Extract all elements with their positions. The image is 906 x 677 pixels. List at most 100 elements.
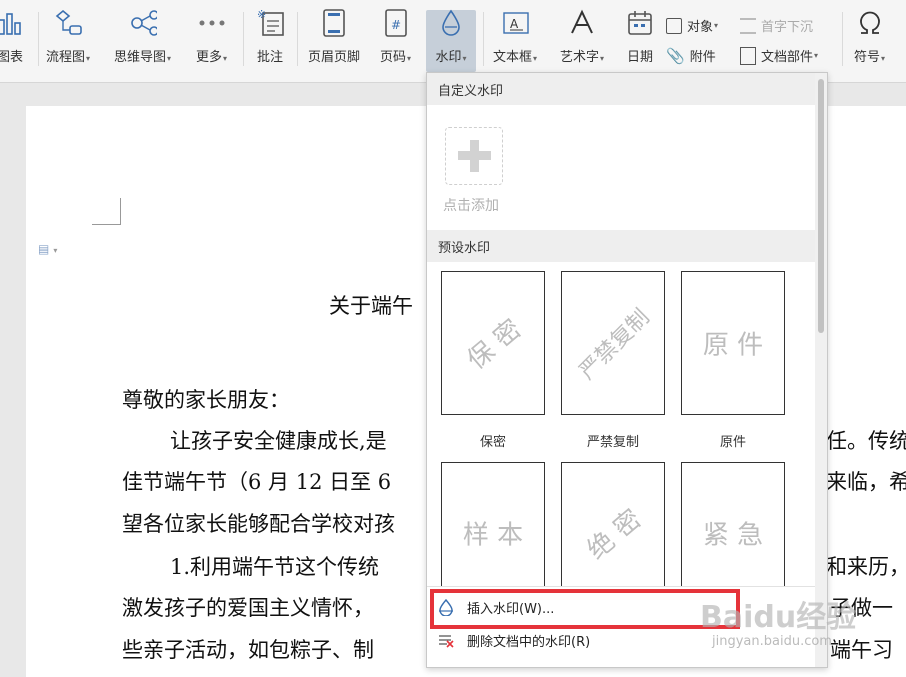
preset-watermark-original[interactable]: 原 件 [681, 271, 785, 415]
divider [297, 12, 298, 66]
chevron-down-icon: ▾ [714, 21, 719, 30]
wordart-icon [568, 8, 596, 38]
wordart-button[interactable]: 艺术字▾ [560, 8, 604, 72]
object-icon [666, 17, 682, 34]
crop-mark [120, 198, 121, 225]
comment-icon: ※ [256, 8, 284, 38]
chevron-down-icon: ▾ [223, 54, 228, 63]
chevron-down-icon: ▾ [881, 54, 886, 63]
crop-mark [92, 224, 120, 225]
header-footer-icon [320, 8, 348, 38]
chevron-down-icon: ▾ [533, 54, 538, 63]
doc-line: 1.利用端午节这个传统 [170, 555, 380, 579]
divider [38, 12, 39, 66]
annotation-highlight-box [430, 589, 740, 629]
preset-caption: 保密 [479, 435, 506, 450]
watermark-button[interactable]: 水印▾ [426, 8, 476, 72]
svg-text:#: # [391, 18, 401, 32]
symbol-button[interactable]: 符号▾ [854, 8, 885, 72]
svg-text:A: A [510, 17, 519, 31]
doc-line: 尊敬的家长朋友： [122, 388, 290, 412]
dropcap-icon [740, 17, 756, 34]
header-footer-label: 页眉页脚 [308, 50, 361, 65]
attachment-label: 附件 [689, 50, 716, 65]
chevron-down-icon: ▾ [86, 54, 91, 63]
object-label: 对象 [687, 20, 714, 35]
symbol-label: 符号 [854, 50, 881, 65]
chevron-down-icon: ▾ [600, 54, 605, 63]
omega-icon [856, 8, 884, 38]
delete-watermark-icon [439, 635, 454, 648]
attachment-button[interactable]: 📎 附件 [666, 46, 716, 66]
doc-parts-label: 文档部件 [761, 50, 814, 65]
mindmap-label: 思维导图 [114, 50, 167, 65]
page-number-icon: # [382, 8, 410, 38]
plus-icon [458, 140, 491, 172]
comment-button[interactable]: ※ 批注 [256, 8, 284, 72]
chart-icon [0, 8, 24, 38]
baidu-jingyan-logo: Baidu经验 [700, 600, 857, 635]
mindmap-icon [129, 8, 157, 38]
doc-line: 些亲子活动，如包粽子、制 [122, 638, 374, 662]
chart-button[interactable]: 图表 [0, 8, 24, 72]
divider [243, 12, 244, 66]
preset-watermark-no-copy[interactable]: 严禁复制 [561, 271, 665, 415]
date-label: 日期 [626, 50, 653, 65]
flowchart-label: 流程图 [46, 50, 86, 65]
divider [842, 12, 843, 66]
divider [483, 12, 484, 66]
preset-watermark-top-secret[interactable]: 绝 密 [561, 462, 665, 606]
page-number-button[interactable]: # 页码▾ [380, 8, 411, 72]
svg-text:※: ※ [257, 8, 266, 21]
chevron-down-icon: ▾ [462, 54, 467, 63]
chevron-down-icon: ▾ [814, 51, 819, 60]
preset-caption: 原件 [719, 435, 746, 450]
chart-label: 图表 [0, 50, 23, 65]
add-custom-label: 点击添加 [443, 198, 499, 214]
baidu-jingyan-url: jingyan.baidu.com [712, 634, 832, 649]
header-footer-button[interactable]: 页眉页脚 [308, 8, 360, 72]
doc-parts-button[interactable]: 文档部件 ▾ [740, 46, 818, 65]
document-title: 关于端午 [329, 294, 413, 318]
doc-parts-icon [740, 46, 756, 65]
dropdown-scrollbar[interactable] [815, 73, 827, 667]
watermark-dropdown: 自定义水印 点击添加 预设水印 保 密 严禁复制 原 件 保密 严禁复制 原件 … [426, 72, 828, 668]
chevron-down-icon: ▾ [167, 54, 172, 63]
chevron-down-icon: ▾ [407, 54, 412, 63]
calendar-icon [626, 8, 654, 38]
doc-line: 激发孩子的爱国主义情怀， [122, 596, 374, 620]
flowchart-icon [54, 8, 82, 38]
scrollbar-thumb[interactable] [818, 79, 824, 333]
preset-watermark-urgent[interactable]: 紧 急 [681, 462, 785, 606]
textbox-icon: A [501, 8, 529, 38]
page-number-label: 页码 [380, 50, 407, 65]
watermark-drop-icon [437, 8, 465, 38]
object-button[interactable]: 对象 ▾ [666, 16, 718, 35]
delete-watermark-label: 删除文档中的水印(R) [467, 634, 591, 650]
wordart-label: 艺术字 [560, 50, 600, 65]
date-button[interactable]: 日期 [626, 8, 654, 72]
mindmap-button[interactable]: 思维导图▾ [114, 8, 171, 72]
doc-line-fragment: 任。传统 [826, 429, 906, 453]
custom-watermark-header: 自定义水印 [427, 73, 815, 105]
preset-watermark-confidential[interactable]: 保 密 [441, 271, 545, 415]
more-label: 更多 [196, 50, 223, 65]
textbox-button[interactable]: A 文本框▾ [493, 8, 537, 72]
paragraph-layout-icon[interactable]: ▤ ▾ [38, 242, 57, 256]
preset-watermark-sample[interactable]: 样 本 [441, 462, 545, 606]
ribbon-toolbar: 图表 流程图▾ 思维导图▾ 更多▾ ※ 批注 页眉页脚 # 页码▾ 水印▾ A … [0, 0, 906, 83]
more-dots-icon [198, 8, 226, 38]
preset-watermark-header: 预设水印 [427, 230, 815, 262]
dropcap-button[interactable]: 首字下沉 [740, 16, 813, 35]
more-button[interactable]: 更多▾ [196, 8, 227, 72]
add-custom-watermark-button[interactable] [445, 127, 503, 185]
dropcap-label: 首字下沉 [761, 20, 814, 35]
doc-line: 望各位家长能够配合学校对孩 [122, 512, 395, 536]
doc-line: 佳节端午节（6 月 12 日至 6 [122, 470, 392, 494]
paperclip-icon: 📎 [666, 46, 685, 65]
doc-line-fragment: 和来历， [826, 555, 906, 579]
comment-label: 批注 [256, 50, 283, 65]
preset-caption: 严禁复制 [586, 435, 639, 450]
doc-line: 让孩子安全健康成长,是 [170, 429, 387, 453]
flowchart-button[interactable]: 流程图▾ [46, 8, 90, 72]
